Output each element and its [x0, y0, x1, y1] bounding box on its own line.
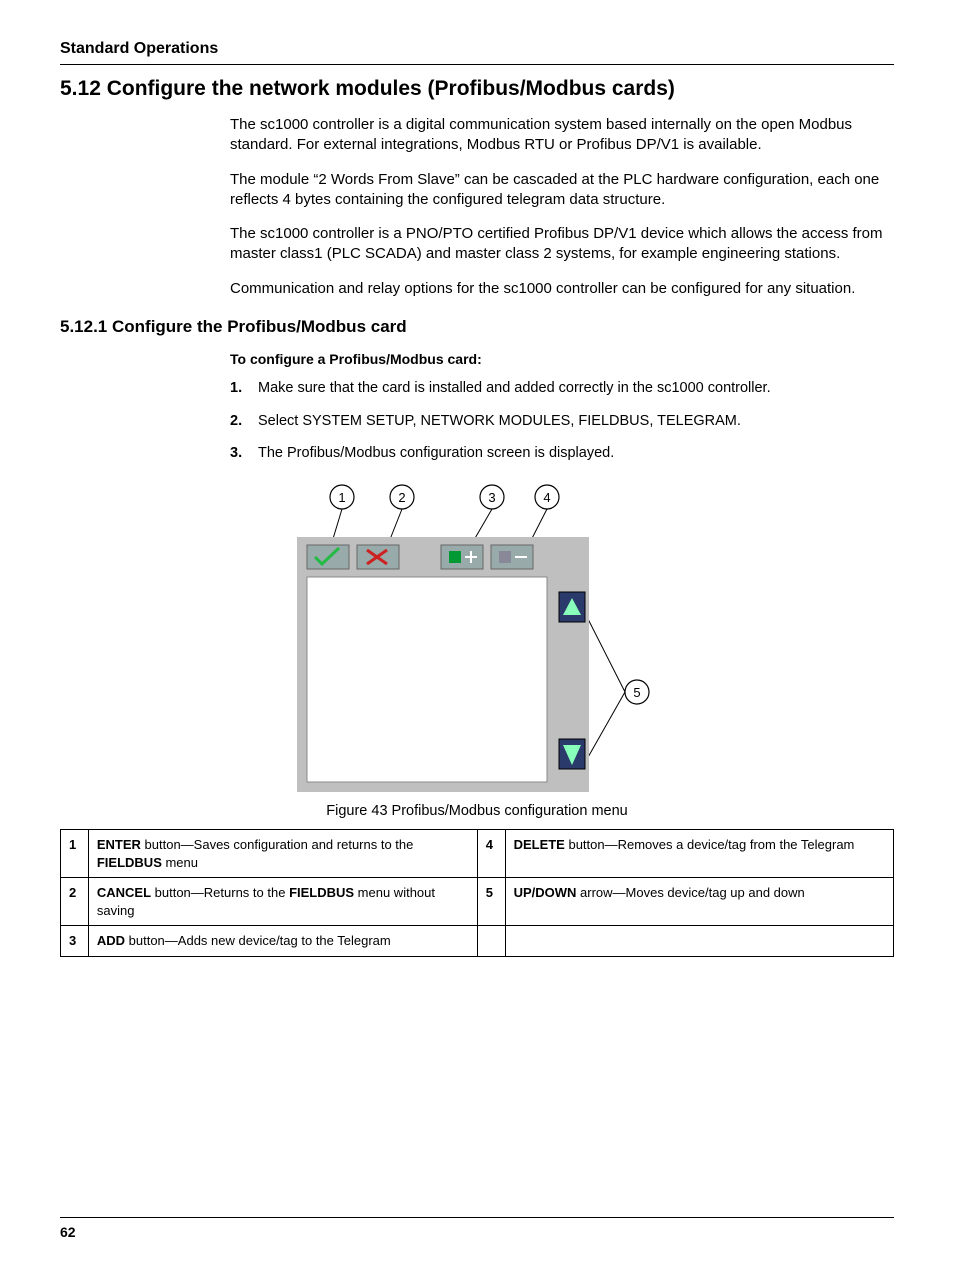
legend-text: button—Saves configuration and returns t…: [141, 837, 413, 852]
legend-empty: [505, 926, 893, 957]
para-3: The sc1000 controller is a PNO/PTO certi…: [230, 224, 894, 265]
legend-strong: ENTER: [97, 837, 141, 852]
steps-list: 1. Make sure that the card is installed …: [230, 379, 894, 464]
legend-num: 3: [61, 926, 89, 957]
intro-paragraphs: The sc1000 controller is a digital commu…: [230, 115, 894, 299]
legend-strong: CANCEL: [97, 885, 151, 900]
legend-strong: DELETE: [514, 837, 565, 852]
legend-text: arrow—Moves device/tag up and down: [576, 885, 804, 900]
legend-desc: DELETE button—Removes a device/tag from …: [505, 830, 893, 878]
legend-strong: ADD: [97, 933, 125, 948]
legend-desc: CANCEL button—Returns to the FIELDBUS me…: [88, 878, 477, 926]
footer-rule: [60, 1217, 894, 1218]
section-heading-5-12: 5.12 Configure the network modules (Prof…: [60, 77, 894, 101]
legend-num: 1: [61, 830, 89, 878]
config-menu-diagram: 1 2 3 4 5: [287, 477, 667, 797]
down-arrow-button[interactable]: [559, 739, 585, 769]
legend-text: button—Adds new device/tag to the Telegr…: [125, 933, 391, 948]
step-number: 3.: [230, 444, 258, 463]
step-number: 2.: [230, 412, 258, 431]
page-number: 62: [60, 1224, 76, 1240]
legend-num: 2: [61, 878, 89, 926]
table-row: 3 ADD button—Adds new device/tag to the …: [61, 926, 894, 957]
callout-4: 4: [543, 490, 550, 505]
section-heading-5-12-1: 5.12.1 Configure the Profibus/Modbus car…: [60, 317, 894, 337]
legend-num: 5: [477, 878, 505, 926]
procedure-block: To configure a Profibus/Modbus card: 1. …: [230, 351, 894, 464]
legend-strong: FIELDBUS: [289, 885, 354, 900]
add-button[interactable]: [441, 545, 483, 569]
figure-43: 1 2 3 4 5: [60, 477, 894, 819]
up-arrow-button[interactable]: [559, 592, 585, 622]
legend-text: button—Removes a device/tag from the Tel…: [565, 837, 855, 852]
step-3: 3. The Profibus/Modbus configuration scr…: [230, 444, 894, 463]
step-text: Make sure that the card is installed and…: [258, 379, 894, 398]
list-area: [307, 577, 547, 782]
step-text: The Profibus/Modbus configuration screen…: [258, 444, 894, 463]
legend-text: button—Returns to the: [151, 885, 289, 900]
step-2: 2. Select SYSTEM SETUP, NETWORK MODULES,…: [230, 412, 894, 431]
callout-legend-table: 1 ENTER button—Saves configuration and r…: [60, 829, 894, 957]
legend-text: menu: [162, 855, 198, 870]
running-head: Standard Operations: [60, 40, 894, 58]
step-1: 1. Make sure that the card is installed …: [230, 379, 894, 398]
legend-strong: UP/DOWN: [514, 885, 577, 900]
figure-caption: Figure 43 Profibus/Modbus configuration …: [326, 803, 627, 819]
callout-1: 1: [338, 490, 345, 505]
legend-num: 4: [477, 830, 505, 878]
callout-3: 3: [488, 490, 495, 505]
delete-button[interactable]: [491, 545, 533, 569]
legend-desc: ADD button—Adds new device/tag to the Te…: [88, 926, 477, 957]
callout-2: 2: [398, 490, 405, 505]
para-1: The sc1000 controller is a digital commu…: [230, 115, 894, 156]
cancel-button[interactable]: [357, 545, 399, 569]
enter-button[interactable]: [307, 545, 349, 569]
step-number: 1.: [230, 379, 258, 398]
callout-5: 5: [633, 685, 640, 700]
legend-empty: [477, 926, 505, 957]
table-row: 2 CANCEL button—Returns to the FIELDBUS …: [61, 878, 894, 926]
legend-desc: ENTER button—Saves configuration and ret…: [88, 830, 477, 878]
table-row: 1 ENTER button—Saves configuration and r…: [61, 830, 894, 878]
legend-desc: UP/DOWN arrow—Moves device/tag up and do…: [505, 878, 893, 926]
step-text: Select SYSTEM SETUP, NETWORK MODULES, FI…: [258, 412, 894, 431]
para-4: Communication and relay options for the …: [230, 279, 894, 299]
legend-strong: FIELDBUS: [97, 855, 162, 870]
para-2: The module “2 Words From Slave” can be c…: [230, 170, 894, 211]
header-rule: [60, 64, 894, 65]
procedure-intro: To configure a Profibus/Modbus card:: [230, 351, 894, 367]
